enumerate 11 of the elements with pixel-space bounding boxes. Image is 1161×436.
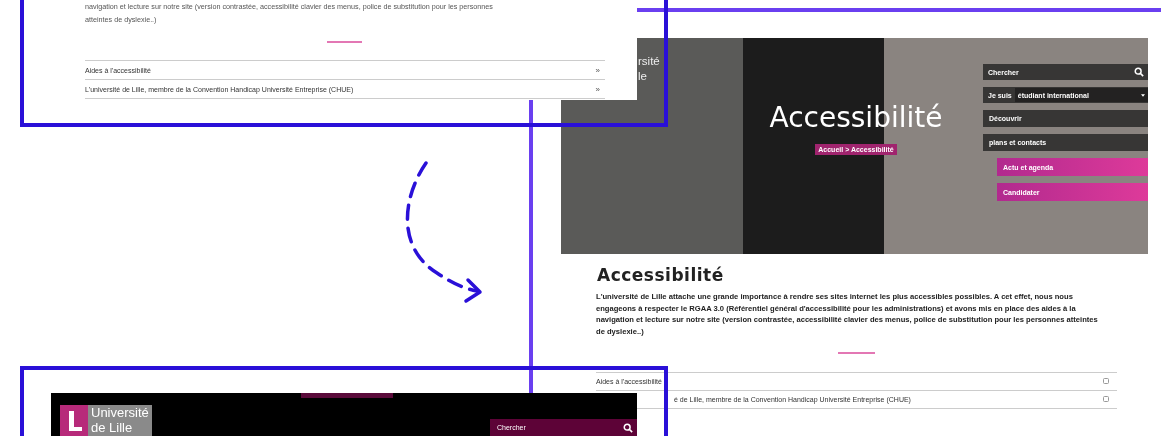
logo-text: le: [638, 69, 647, 84]
chevron-icon: »: [595, 84, 600, 94]
page-title: Accessibilité: [597, 265, 725, 285]
letter-l-logo-icon: [60, 405, 88, 436]
chevron-icon: »: [595, 65, 600, 75]
logo-text: rsité: [638, 54, 660, 69]
caret-icon: [1141, 93, 1145, 97]
search-icon: [623, 422, 633, 433]
hero-title: Accessibilité: [769, 100, 943, 136]
search-icon: [1134, 67, 1144, 77]
university-logo: Université de Lille: [60, 405, 152, 436]
